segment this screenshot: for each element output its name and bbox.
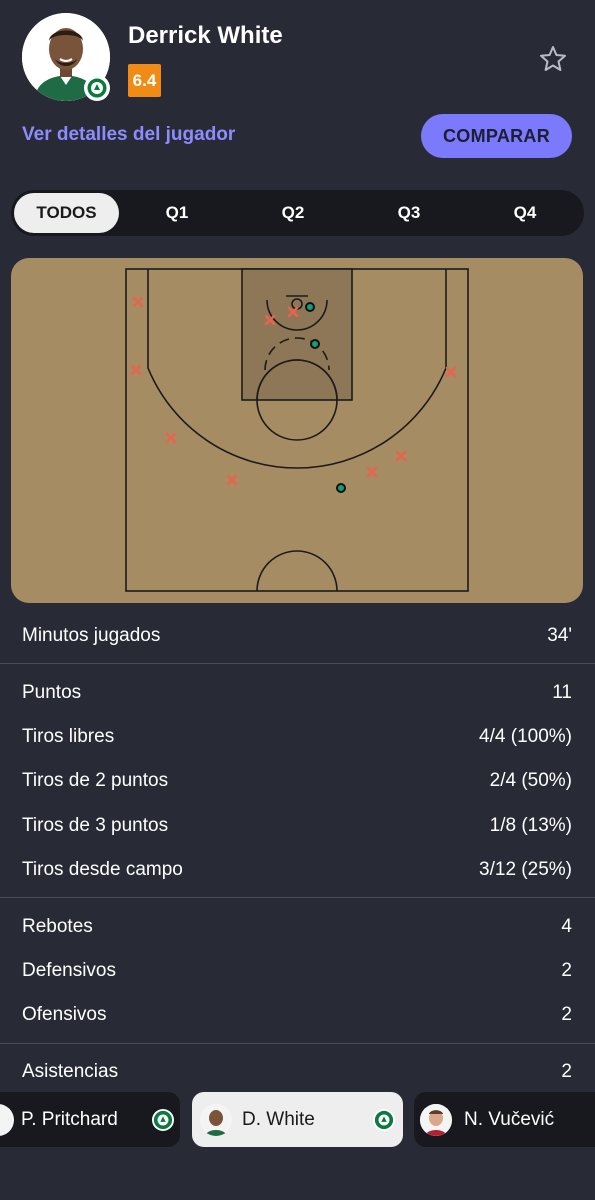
stat-label: Tiros de 3 puntos [22, 814, 169, 836]
shot-chart-court [11, 258, 583, 603]
stat-value: 2 [561, 1004, 572, 1026]
player-chip-name: P. Pritchard [21, 1108, 118, 1130]
stat-value: 4 [561, 915, 572, 937]
stat-value: 2 [561, 959, 572, 981]
stat-row-offensive: Ofensivos 2 [0, 993, 595, 1037]
stat-row-points: Puntos 11 [0, 670, 595, 714]
stat-row-3pt: Tiros de 3 puntos 1/8 (13%) [0, 804, 595, 848]
missed-shot-marker [165, 432, 177, 444]
stat-value: 1/8 (13%) [489, 814, 572, 836]
player-details-link[interactable]: Ver detalles del jugador [22, 124, 235, 146]
tab-q2[interactable]: Q2 [235, 193, 351, 233]
player-chip-name: N. Vučević [464, 1108, 555, 1130]
player-avatar [0, 1103, 14, 1136]
stat-value: 34' [547, 625, 572, 647]
stat-label: Tiros de 2 puntos [22, 770, 169, 792]
made-shot-marker [336, 483, 346, 493]
celtics-logo-icon [152, 1108, 174, 1131]
made-shot-marker [305, 302, 315, 312]
player-name: Derrick White [128, 22, 283, 49]
stat-value: 4/4 (100%) [479, 725, 572, 747]
stat-row-defensive: Defensivos 2 [0, 949, 595, 993]
player-avatar [420, 1103, 452, 1136]
stat-label: Minutos jugados [22, 625, 161, 647]
celtics-logo-icon [84, 75, 110, 101]
stat-row-field-goals: Tiros desde campo 3/12 (25%) [0, 848, 595, 892]
stat-label: Rebotes [22, 915, 93, 937]
player-header: Derrick White 6.4 [0, 0, 595, 101]
missed-shot-marker [130, 364, 142, 376]
player-avatar [200, 1103, 232, 1136]
stats-list: Minutos jugados 34' Puntos 11 Tiros libr… [0, 614, 595, 1094]
court-drawing [125, 268, 469, 592]
stat-row-minutes: Minutos jugados 34' [0, 614, 595, 658]
divider [0, 663, 595, 665]
missed-shot-marker [132, 296, 144, 308]
stat-label: Tiros libres [22, 725, 115, 747]
tab-q1[interactable]: Q1 [119, 193, 235, 233]
missed-shot-marker [226, 474, 238, 486]
player-switcher: P. Pritchard D. White N. Vučević [0, 1084, 595, 1200]
missed-shot-marker [395, 450, 407, 462]
celtics-logo-icon [373, 1108, 395, 1131]
stat-value: 3/12 (25%) [479, 859, 572, 881]
player-chip-white[interactable]: D. White [192, 1092, 403, 1147]
stat-label: Defensivos [22, 959, 116, 981]
made-shot-marker [310, 339, 320, 349]
compare-button[interactable]: COMPARAR [421, 114, 572, 158]
divider [0, 1042, 595, 1044]
quarter-tabs: TODOS Q1 Q2 Q3 Q4 [11, 190, 584, 236]
stat-row-2pt: Tiros de 2 puntos 2/4 (50%) [0, 759, 595, 803]
player-chip-name: D. White [242, 1108, 315, 1130]
stat-value: 11 [552, 681, 572, 703]
stat-label: Ofensivos [22, 1004, 107, 1026]
stat-value: 2 [561, 1060, 572, 1082]
stat-label: Tiros desde campo [22, 859, 183, 881]
stat-label: Puntos [22, 681, 82, 703]
missed-shot-marker [366, 466, 378, 478]
player-rating-badge: 6.4 [128, 64, 161, 97]
stat-row-free-throws: Tiros libres 4/4 (100%) [0, 715, 595, 759]
tab-q3[interactable]: Q3 [351, 193, 467, 233]
stat-label: Asistencias [22, 1060, 119, 1082]
divider [0, 897, 595, 899]
stat-row-rebounds: Rebotes 4 [0, 904, 595, 948]
tab-todos[interactable]: TODOS [14, 193, 119, 233]
stat-value: 2/4 (50%) [489, 770, 572, 792]
missed-shot-marker [445, 366, 457, 378]
tab-q4[interactable]: Q4 [467, 193, 583, 233]
favorite-star-icon[interactable] [538, 44, 568, 74]
player-chip-pritchard[interactable]: P. Pritchard [0, 1092, 180, 1147]
player-chip-vucevic[interactable]: N. Vučević [414, 1092, 595, 1147]
